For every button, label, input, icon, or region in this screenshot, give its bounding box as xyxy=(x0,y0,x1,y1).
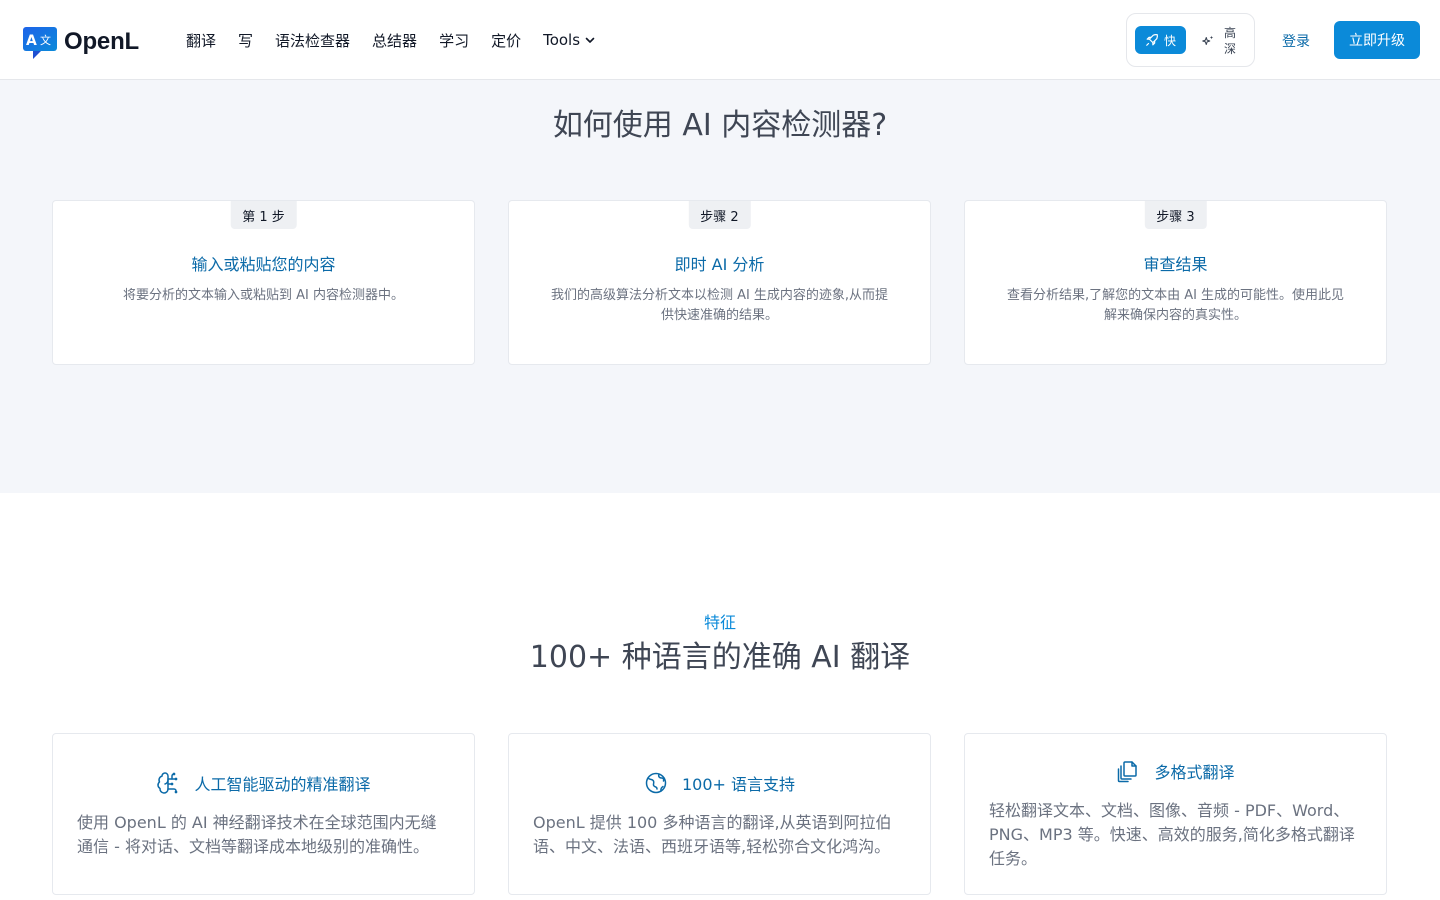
sparkles-icon xyxy=(1202,35,1214,46)
mode-fast-button[interactable]: 快 xyxy=(1135,26,1186,54)
rocket-icon xyxy=(1146,34,1158,46)
logo-text: OpenL xyxy=(64,28,139,55)
nav-item-tools[interactable]: Tools xyxy=(543,31,596,49)
features-eyebrow: 特征 xyxy=(703,613,736,632)
chevron-down-icon xyxy=(585,37,595,43)
top-navbar: A 文 OpenL 翻译 写 语法检查器 总结器 学习 定价 Tools 快 高… xyxy=(0,0,1440,80)
files-icon xyxy=(1118,761,1138,783)
feature-header: 人工智能驱动的精准翻译 xyxy=(53,771,474,795)
feature-title: 人工智能驱动的精准翻译 xyxy=(194,775,371,794)
nav-item-translate[interactable]: 翻译 xyxy=(186,30,216,51)
step-card: 步骤 3 审查结果 查看分析结果,了解您的文本由 AI 生成的可能性。使用此见解… xyxy=(964,200,1387,365)
mode-deep-label: 高 深 xyxy=(1223,26,1236,56)
svg-text:文: 文 xyxy=(40,33,51,47)
feature-title: 多格式翻译 xyxy=(1154,763,1235,782)
step-badge: 第 1 步 xyxy=(230,201,297,229)
mode-switch: 快 高 深 xyxy=(1126,13,1255,67)
main-nav: 翻译 写 语法检查器 总结器 学习 定价 Tools xyxy=(186,28,596,52)
how-to-section: 如何使用 AI 内容检测器? 第 1 步 输入或粘贴您的内容 将要分析的文本输入… xyxy=(0,80,1440,493)
tools-label: Tools xyxy=(543,31,581,49)
nav-item-learn[interactable]: 学习 xyxy=(439,30,469,51)
nav-item-summarizer[interactable]: 总结器 xyxy=(372,30,417,51)
logo[interactable]: A 文 OpenL xyxy=(23,24,139,60)
nav-item-grammar-checker[interactable]: 语法检查器 xyxy=(275,30,350,51)
step-description: 查看分析结果,了解您的文本由 AI 生成的可能性。使用此见解来确保内容的真实性。 xyxy=(1006,288,1345,323)
brain-circuit-icon xyxy=(157,772,178,794)
feature-header: 100+ 语言支持 xyxy=(509,771,930,795)
mode-fast-label: 快 xyxy=(1163,33,1176,48)
feature-card: 100+ 语言支持 OpenL 提供 100 多种语言的翻译,从英语到阿拉伯语、… xyxy=(508,733,931,895)
globe-icon xyxy=(645,772,667,794)
step-title: 审查结果 xyxy=(1143,255,1208,274)
feature-description: OpenL 提供 100 多种语言的翻译,从英语到阿拉伯语、中文、法语、西班牙语… xyxy=(533,813,892,856)
feature-card: 多格式翻译 轻松翻译文本、文档、图像、音频 - PDF、Word、PNG、MP3… xyxy=(964,733,1387,895)
features-title: 100+ 种语言的准确 AI 翻译 xyxy=(529,640,911,675)
step-title: 即时 AI 分析 xyxy=(674,255,765,274)
svg-text:A: A xyxy=(26,33,37,49)
mode-deep-button[interactable]: 高 深 xyxy=(1201,24,1249,58)
feature-description: 使用 OpenL 的 AI 神经翻译技术在全球范围内无缝通信 - 将对话、文档等… xyxy=(77,813,437,856)
feature-title: 100+ 语言支持 xyxy=(681,775,796,794)
upgrade-button[interactable]: 立即升级 xyxy=(1334,21,1420,59)
step-badge: 步骤 3 xyxy=(1144,201,1207,229)
feature-description: 轻松翻译文本、文档、图像、音频 - PDF、Word、PNG、MP3 等。快速、… xyxy=(989,801,1355,868)
nav-item-pricing[interactable]: 定价 xyxy=(491,30,521,51)
step-badge: 步骤 2 xyxy=(688,201,751,229)
feature-card: 人工智能驱动的精准翻译 使用 OpenL 的 AI 神经翻译技术在全球范围内无缝… xyxy=(52,733,475,895)
step-description: 我们的高级算法分析文本以检测 AI 生成内容的迹象,从而提供快速准确的结果。 xyxy=(550,288,889,323)
login-link[interactable]: 登录 xyxy=(1282,31,1310,51)
feature-header: 多格式翻译 xyxy=(965,759,1386,783)
nav-item-write[interactable]: 写 xyxy=(238,30,253,51)
how-to-title: 如何使用 AI 内容检测器? xyxy=(552,108,888,143)
step-card: 第 1 步 输入或粘贴您的内容 将要分析的文本输入或粘贴到 AI 内容检测器中。 xyxy=(52,200,475,365)
step-description: 将要分析的文本输入或粘贴到 AI 内容检测器中。 xyxy=(123,288,404,303)
openl-logo-icon: A 文 xyxy=(23,27,57,59)
step-card: 步骤 2 即时 AI 分析 我们的高级算法分析文本以检测 AI 生成内容的迹象,… xyxy=(508,200,931,365)
step-title: 输入或粘贴您的内容 xyxy=(191,255,336,274)
